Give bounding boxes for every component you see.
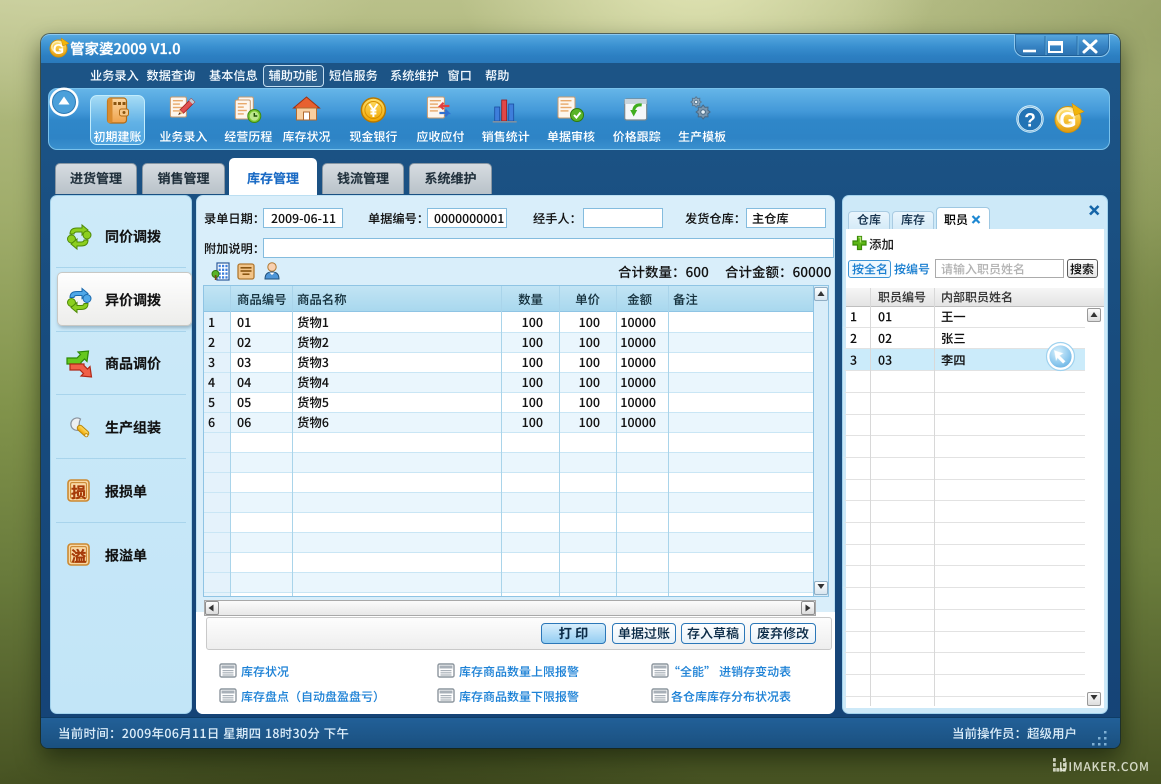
svg-text:?: ? (1024, 111, 1036, 132)
